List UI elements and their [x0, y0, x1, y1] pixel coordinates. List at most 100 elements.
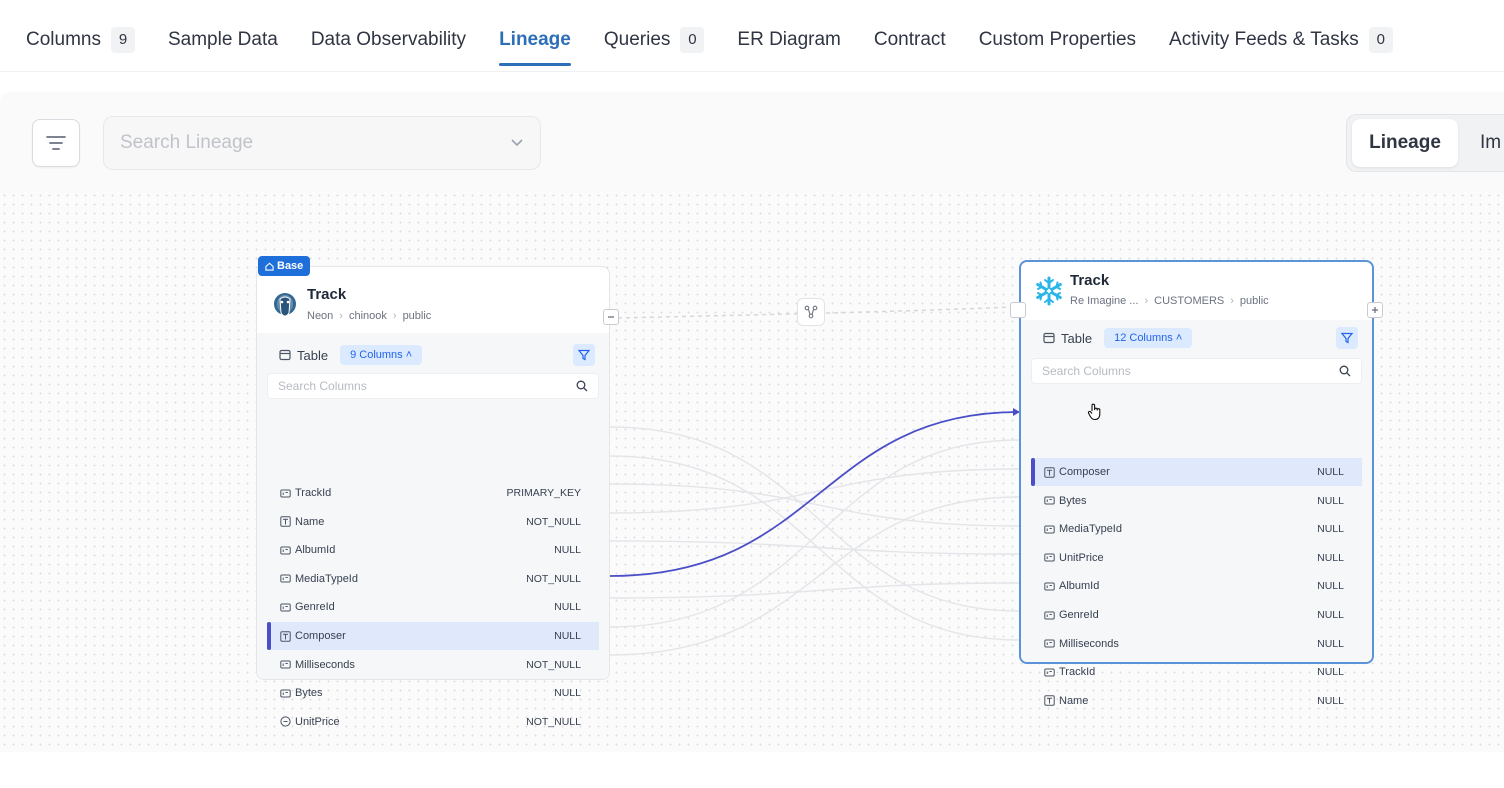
column-constraint: NULL: [1317, 694, 1344, 707]
column-row-albumid[interactable]: AlbumId NULL: [1031, 572, 1362, 600]
tab-activity-feeds[interactable]: Activity Feeds & Tasks 0: [1169, 8, 1393, 72]
column-constraint: NOT_NULL: [526, 658, 581, 671]
column-name: MediaTypeId: [295, 572, 358, 585]
tab-label: Lineage: [499, 28, 571, 50]
home-icon: [265, 262, 274, 271]
number-icon: [1043, 609, 1055, 621]
column-row-trackid[interactable]: TrackId NULL: [1031, 658, 1362, 686]
lineage-node-source[interactable]: Track Neon › chinook › public Table 9 Co…: [256, 266, 610, 728]
column-row-trackid[interactable]: TrackId PRIMARY_KEY: [267, 479, 599, 507]
filter-lines-icon: [46, 136, 66, 150]
column-constraint: NULL: [554, 630, 581, 642]
entity-tab-bar: Columns 9 Sample Data Data Observability…: [0, 8, 1504, 72]
column-row-genreid[interactable]: GenreId NULL: [1031, 601, 1362, 629]
text-icon: [279, 516, 291, 528]
toggle-lineage[interactable]: Lineage: [1352, 119, 1458, 167]
column-constraint: NULL: [1317, 666, 1344, 679]
text-icon: [279, 630, 291, 642]
column-search[interactable]: [267, 373, 599, 399]
column-constraint: NULL: [1317, 494, 1344, 507]
column-name: Name: [1059, 694, 1089, 707]
column-row-mediatypeid[interactable]: MediaTypeId NULL: [1031, 515, 1362, 543]
expand-upstream-handle[interactable]: [1010, 302, 1026, 318]
column-name: TrackId: [295, 487, 332, 499]
tab-count-badge: 9: [110, 26, 135, 53]
column-name: AlbumId: [295, 544, 336, 557]
node-title: Track: [1070, 272, 1110, 289]
pipeline-icon: [804, 305, 818, 319]
chevron-right-icon: ›: [392, 310, 397, 322]
column-search-input[interactable]: [1042, 364, 1339, 378]
collapse-downstream-handle[interactable]: [603, 309, 619, 325]
column-constraint: NULL: [554, 544, 581, 557]
column-filter-button[interactable]: [573, 344, 595, 366]
number-icon: [279, 573, 291, 585]
column-name: Composer: [295, 630, 346, 642]
column-row-bytes[interactable]: Bytes NULL: [1031, 487, 1362, 515]
filter-button[interactable]: [32, 119, 80, 167]
tab-label: Columns: [26, 28, 101, 50]
breadcrumb-item[interactable]: Neon: [307, 310, 333, 322]
tab-custom-properties[interactable]: Custom Properties: [979, 8, 1136, 72]
expand-downstream-handle[interactable]: [1367, 302, 1383, 318]
column-constraint: NULL: [554, 687, 581, 700]
number-icon: [1043, 495, 1055, 507]
number-icon: [1043, 552, 1055, 564]
column-row-bytes[interactable]: Bytes NULL: [267, 679, 599, 707]
column-row-milliseconds[interactable]: Milliseconds NOT_NULL: [267, 651, 599, 679]
tab-sample-data[interactable]: Sample Data: [168, 8, 278, 72]
breadcrumb-item[interactable]: Re Imagine ...: [1070, 295, 1138, 307]
column-name: Milliseconds: [1059, 637, 1119, 650]
node-columns-panel: Table 9 Columns ˄ TrackId PRIMARY_KEY Name…: [257, 333, 609, 728]
column-row-milliseconds[interactable]: Milliseconds NULL: [1031, 630, 1362, 658]
column-row-genreid[interactable]: GenreId NULL: [267, 593, 599, 621]
breadcrumb-item[interactable]: chinook: [349, 310, 387, 322]
number-icon: [279, 544, 291, 556]
column-row-mediatypeid[interactable]: MediaTypeId NOT_NULL: [267, 565, 599, 593]
column-constraint: NULL: [1317, 523, 1344, 536]
column-row-name[interactable]: Name NOT_NULL: [267, 508, 599, 536]
columns-toggle-pill[interactable]: 12 Columns ˄: [1104, 328, 1193, 348]
node-type-label: Table: [1061, 330, 1093, 346]
search-lineage-select[interactable]: [103, 116, 541, 170]
node-breadcrumb: Neon › chinook › public: [307, 310, 431, 322]
tab-contract[interactable]: Contract: [874, 8, 946, 72]
tab-er-diagram[interactable]: ER Diagram: [737, 8, 840, 72]
column-name: UnitPrice: [1059, 551, 1104, 564]
breadcrumb-item[interactable]: public: [403, 310, 432, 322]
edge-pipeline-button[interactable]: [797, 298, 825, 326]
column-constraint: NULL: [1317, 551, 1344, 564]
tab-columns[interactable]: Columns 9: [26, 8, 135, 72]
postgres-logo-icon: [271, 291, 299, 326]
number-icon: [1043, 638, 1055, 650]
column-row-composer[interactable]: Composer NULL: [267, 622, 599, 650]
column-row-composer[interactable]: Composer NULL: [1031, 458, 1362, 486]
column-constraint: NOT_NULL: [526, 515, 581, 528]
tab-label: Activity Feeds & Tasks: [1169, 28, 1359, 50]
column-row-unitprice[interactable]: UnitPrice NOT_NULL: [267, 708, 599, 736]
column-filter-button[interactable]: [1336, 327, 1358, 349]
breadcrumb-item[interactable]: CUSTOMERS: [1154, 295, 1224, 307]
tab-lineage[interactable]: Lineage: [499, 8, 571, 72]
lineage-node-target[interactable]: Track Re Imagine ... › CUSTOMERS › publi…: [1019, 260, 1374, 707]
search-lineage-input[interactable]: [120, 132, 510, 154]
node-type-row: Table 12 Columns ˄: [1043, 326, 1358, 350]
columns-toggle-pill[interactable]: 9 Columns ˄: [340, 345, 423, 365]
breadcrumb-item[interactable]: public: [1240, 295, 1269, 307]
number-icon: [279, 487, 291, 499]
column-search-input[interactable]: [278, 379, 576, 393]
tab-data-observability[interactable]: Data Observability: [311, 8, 466, 72]
column-search[interactable]: [1031, 358, 1362, 384]
table-icon: [1043, 332, 1055, 344]
tab-queries[interactable]: Queries 0: [604, 8, 705, 72]
number-icon: [1043, 523, 1055, 535]
column-row-albumid[interactable]: AlbumId NULL: [267, 536, 599, 564]
column-row-name[interactable]: Name NULL: [1031, 687, 1362, 715]
column-row-unitprice[interactable]: UnitPrice NULL: [1031, 544, 1362, 572]
toggle-impact-analysis[interactable]: Im: [1480, 132, 1501, 154]
column-constraint: NULL: [554, 601, 581, 614]
column-name: Milliseconds: [295, 658, 355, 671]
column-name: UnitPrice: [295, 715, 340, 728]
column-constraint: NULL: [1317, 466, 1344, 478]
column-constraint: PRIMARY_KEY: [506, 487, 582, 499]
